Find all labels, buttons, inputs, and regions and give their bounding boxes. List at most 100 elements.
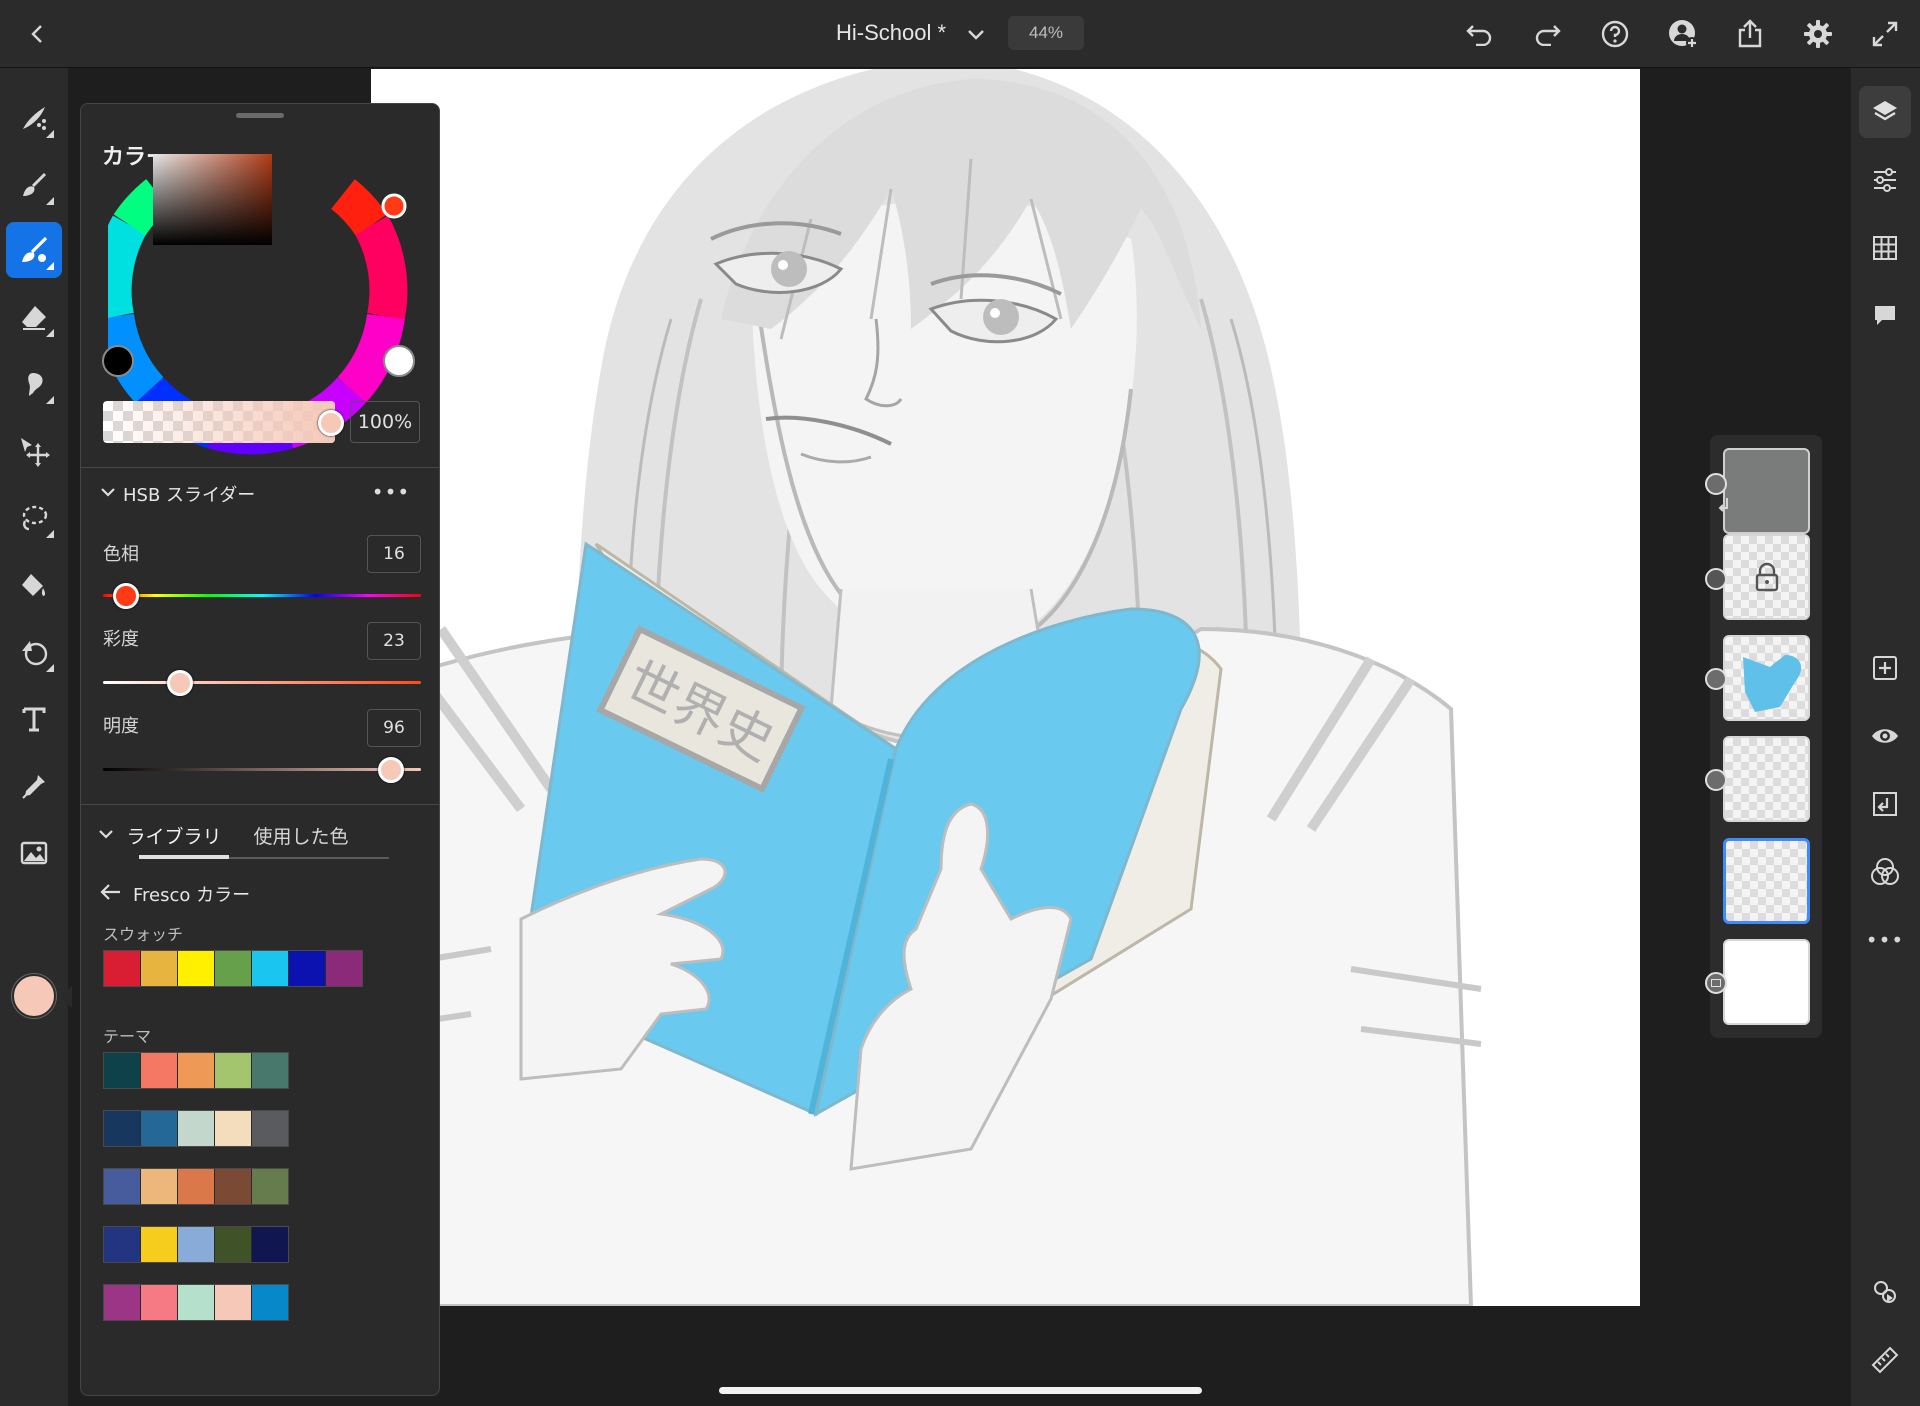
theme-color[interactable] xyxy=(141,1227,177,1262)
title-dropdown-chevron-icon[interactable] xyxy=(958,18,994,52)
theme-color[interactable] xyxy=(141,1053,177,1088)
saturation-slider-knob[interactable] xyxy=(167,670,193,696)
layer-thumb-selected[interactable] xyxy=(1723,838,1810,924)
more-layer-options-icon[interactable]: ••• xyxy=(1859,914,1911,966)
document-title[interactable]: Hi-School * xyxy=(836,20,946,46)
comment-icon[interactable] xyxy=(1859,290,1911,342)
motion-icon[interactable] xyxy=(1859,1266,1911,1318)
layer-mask-dot[interactable] xyxy=(1705,473,1727,495)
theme-row[interactable] xyxy=(103,1284,289,1321)
theme-color[interactable] xyxy=(252,1111,288,1146)
layer-properties-icon[interactable] xyxy=(1859,154,1911,206)
layer-thumb-adjustment[interactable] xyxy=(1723,448,1810,534)
help-icon[interactable] xyxy=(1594,14,1636,54)
swatch-color[interactable] xyxy=(252,951,288,986)
theme-color[interactable] xyxy=(252,1053,288,1088)
theme-row[interactable] xyxy=(103,1168,289,1205)
theme-color[interactable] xyxy=(178,1053,214,1088)
swatch-color[interactable] xyxy=(178,951,214,986)
opacity-slider[interactable] xyxy=(103,401,335,443)
fill-bucket-tool-icon[interactable] xyxy=(6,557,62,613)
settings-gear-icon[interactable] xyxy=(1797,14,1839,54)
tab-library[interactable]: ライブラリ xyxy=(119,817,229,855)
move-transform-tool-icon[interactable] xyxy=(6,423,62,479)
theme-row[interactable] xyxy=(103,1110,289,1147)
saturation-slider-track[interactable] xyxy=(103,681,421,684)
theme-color[interactable] xyxy=(215,1227,251,1262)
hsb-sliders-heading[interactable]: HSB スライダー xyxy=(123,481,255,507)
swatch-color[interactable] xyxy=(215,951,251,986)
theme-color[interactable] xyxy=(252,1285,288,1320)
visibility-eye-icon[interactable] xyxy=(1859,710,1911,762)
layer-reference-dot[interactable] xyxy=(1705,568,1727,590)
saturation-value[interactable]: 23 xyxy=(367,622,421,660)
image-place-tool-icon[interactable] xyxy=(6,825,62,881)
theme-color[interactable] xyxy=(252,1227,288,1262)
theme-color[interactable] xyxy=(141,1285,177,1320)
theme-color[interactable] xyxy=(215,1169,251,1204)
theme-color[interactable] xyxy=(178,1285,214,1320)
theme-color[interactable] xyxy=(178,1169,214,1204)
vector-brush-tool-icon[interactable] xyxy=(6,222,62,278)
theme-color[interactable] xyxy=(104,1285,140,1320)
theme-color[interactable] xyxy=(215,1053,251,1088)
layers-icon[interactable] xyxy=(1859,86,1911,138)
layer-thumb-background[interactable] xyxy=(1723,939,1810,1025)
brightness-slider-track[interactable] xyxy=(103,768,421,771)
black-color-chip[interactable] xyxy=(102,345,134,377)
back-chevron-icon[interactable] xyxy=(18,14,58,54)
swatch-color[interactable] xyxy=(104,951,140,986)
theme-color[interactable] xyxy=(104,1111,140,1146)
blend-mode-icon[interactable] xyxy=(1859,846,1911,898)
grid-icon[interactable] xyxy=(1859,222,1911,274)
theme-color[interactable] xyxy=(215,1111,251,1146)
swatch-color[interactable] xyxy=(326,951,362,986)
shape-tool-icon[interactable] xyxy=(6,624,62,680)
theme-color[interactable] xyxy=(104,1053,140,1088)
layer-thumb-empty[interactable] xyxy=(1723,736,1810,822)
drawing-canvas[interactable]: 世界史 xyxy=(371,69,1640,1306)
pixel-brush-tool-icon[interactable] xyxy=(6,90,62,146)
theme-color[interactable] xyxy=(141,1111,177,1146)
swatch-color[interactable] xyxy=(141,951,177,986)
opacity-slider-knob[interactable] xyxy=(318,410,344,436)
brightness-value[interactable]: 96 xyxy=(367,709,421,747)
theme-row[interactable] xyxy=(103,1052,289,1089)
hsb-collapse-chevron-icon[interactable] xyxy=(97,481,119,503)
hue-slider-track[interactable] xyxy=(103,594,421,597)
swatch-color[interactable] xyxy=(289,951,325,986)
background-layer-image-icon[interactable] xyxy=(1705,972,1727,994)
theme-color[interactable] xyxy=(178,1227,214,1262)
merge-down-icon[interactable] xyxy=(1859,778,1911,830)
current-color-swatch[interactable] xyxy=(12,974,56,1018)
layer-thumb-book-color[interactable] xyxy=(1723,635,1810,721)
ruler-icon[interactable] xyxy=(1859,1334,1911,1386)
library-collapse-chevron-icon[interactable] xyxy=(95,823,117,845)
live-brush-tool-icon[interactable] xyxy=(6,157,62,213)
opacity-value[interactable]: 100% xyxy=(350,401,420,443)
selection-lasso-tool-icon[interactable] xyxy=(6,490,62,546)
eyedropper-tool-icon[interactable] xyxy=(6,758,62,814)
white-color-chip[interactable] xyxy=(383,345,415,377)
share-icon[interactable] xyxy=(1729,14,1771,54)
layer-visibility-dot[interactable] xyxy=(1705,769,1727,791)
add-layer-icon[interactable] xyxy=(1859,642,1911,694)
theme-row[interactable] xyxy=(103,1226,289,1263)
redo-icon[interactable] xyxy=(1526,14,1568,54)
theme-color[interactable] xyxy=(178,1111,214,1146)
theme-color[interactable] xyxy=(104,1227,140,1262)
hue-value[interactable]: 16 xyxy=(367,535,421,573)
theme-color[interactable] xyxy=(141,1169,177,1204)
more-options-icon[interactable]: ••• xyxy=(371,476,411,508)
theme-color[interactable] xyxy=(215,1285,251,1320)
layer-visibility-dot[interactable] xyxy=(1705,668,1727,690)
smudge-tool-icon[interactable] xyxy=(6,356,62,412)
eraser-tool-icon[interactable] xyxy=(6,289,62,345)
hue-slider-knob[interactable] xyxy=(113,583,139,609)
brightness-slider-knob[interactable] xyxy=(378,757,404,783)
undo-icon[interactable] xyxy=(1459,14,1501,54)
layer-thumb-locked[interactable] xyxy=(1723,534,1810,620)
tab-recent-colors[interactable]: 使用した色 xyxy=(241,817,361,855)
panel-grip-handle[interactable] xyxy=(236,113,284,118)
zoom-level[interactable]: 44% xyxy=(1008,16,1084,50)
